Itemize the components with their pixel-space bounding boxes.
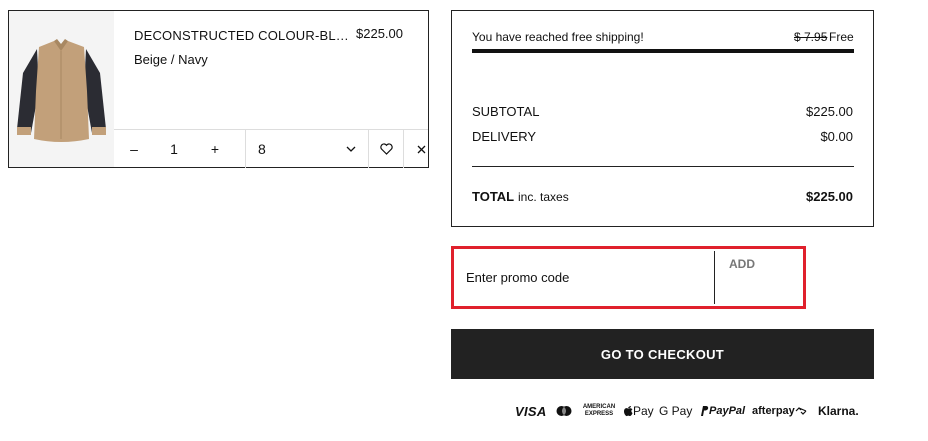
summary-divider xyxy=(472,166,854,167)
checkout-button[interactable]: GO TO CHECKOUT xyxy=(451,329,874,379)
amex-logo: AMERICAN EXPRESS xyxy=(582,404,616,417)
delivery-label: DELIVERY xyxy=(472,129,537,144)
promo-add-button[interactable]: ADD xyxy=(715,251,801,304)
promo-code-input[interactable] xyxy=(456,251,714,304)
klarna-logo: Klarna. xyxy=(818,404,859,418)
close-icon xyxy=(417,145,425,153)
increment-button[interactable]: + xyxy=(194,130,236,168)
shirt-image-icon xyxy=(17,39,106,142)
decrement-button[interactable]: – xyxy=(114,130,154,168)
subtotal-value: $225.00 xyxy=(806,104,853,119)
delivery-value: $0.00 xyxy=(820,129,853,144)
afterpay-label: afterpay xyxy=(752,405,795,417)
afterpay-logo: afterpay xyxy=(752,400,807,422)
google-pay-logo: G Pay xyxy=(659,404,693,418)
product-variant: Beige / Navy xyxy=(134,52,208,67)
shipping-old-price: $ 7.95 xyxy=(794,30,828,44)
mastercard-logo xyxy=(556,400,572,422)
heart-icon xyxy=(379,143,393,155)
apple-pay-label: Pay xyxy=(633,404,654,418)
chevron-down-icon xyxy=(346,146,356,152)
product-price: $225.00 xyxy=(356,26,403,41)
free-shipping-message: You have reached free shipping! xyxy=(472,30,644,44)
free-shipping-progress-bar xyxy=(472,49,854,53)
visa-logo: VISA xyxy=(515,403,547,419)
product-name[interactable]: DECONSTRUCTED COLOUR-BL… xyxy=(134,28,349,43)
quantity-value: 1 xyxy=(170,141,178,157)
item-controls: – 1 + 8 xyxy=(114,129,428,168)
paypal-logo: PayPal xyxy=(699,400,745,422)
apple-pay-logo: Pay xyxy=(623,400,654,422)
total-tax-note: inc. taxes xyxy=(518,190,569,204)
shipping-new-price: Free xyxy=(829,30,854,44)
size-value: 8 xyxy=(258,141,266,157)
total-value: $225.00 xyxy=(806,189,853,204)
total-label: TOTAL xyxy=(472,189,515,204)
wishlist-button[interactable] xyxy=(369,130,403,168)
apple-icon xyxy=(624,406,633,417)
product-image[interactable] xyxy=(9,11,114,167)
size-select[interactable]: 8 xyxy=(246,130,368,168)
paypal-icon xyxy=(701,406,709,416)
paypal-label: PayPal xyxy=(709,405,746,417)
mastercard-icon xyxy=(556,406,572,416)
remove-item-button[interactable] xyxy=(404,130,438,168)
cart-item: DECONSTRUCTED COLOUR-BL… $225.00 Beige /… xyxy=(8,10,429,168)
order-summary: You have reached free shipping! $ 7.95 F… xyxy=(451,10,874,227)
afterpay-arrows-icon xyxy=(795,407,807,415)
subtotal-label: SUBTOTAL xyxy=(472,104,540,119)
